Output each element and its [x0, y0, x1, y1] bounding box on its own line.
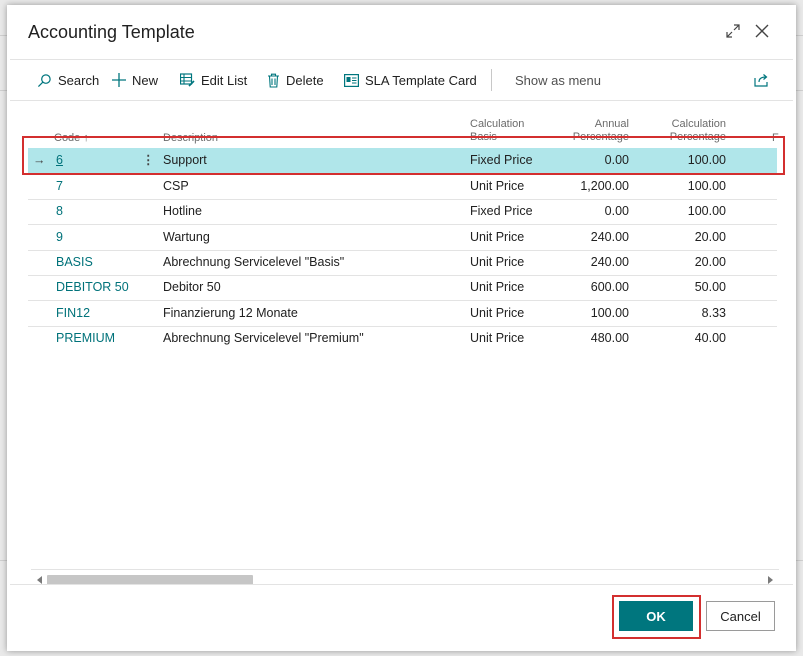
row-calculation-percentage: 20.00	[694, 255, 726, 269]
column-header-overflow: F	[772, 132, 779, 144]
plus-icon	[112, 73, 126, 87]
search-button[interactable]: Search	[37, 68, 99, 92]
row-code[interactable]: 8	[56, 199, 63, 224]
row-annual-percentage: 100.00	[590, 306, 629, 320]
list-panel: Search New Edit List Delete SLA Template…	[10, 59, 793, 590]
row-description: CSP	[163, 179, 189, 193]
close-icon[interactable]	[750, 19, 774, 43]
row-annual-percentage: 1,200.00	[580, 179, 629, 193]
row-calculation-percentage: 8.33	[701, 306, 726, 320]
action-toolbar: Search New Edit List Delete SLA Template…	[10, 60, 793, 101]
row-calculation-basis: Fixed Price	[470, 153, 533, 167]
row-description: Support	[163, 153, 207, 167]
row-code[interactable]: 7	[56, 174, 63, 199]
column-header-calculation-percentage[interactable]: Calculation Percentage	[640, 118, 726, 144]
row-calculation-basis: Unit Price	[470, 179, 525, 193]
row-actions-menu-icon[interactable]: ⋮	[142, 148, 155, 173]
row-code[interactable]: BASIS	[56, 250, 93, 275]
row-annual-percentage: 240.00	[590, 230, 629, 244]
edit-list-label: Edit List	[201, 72, 248, 88]
column-header-annual-percentage[interactable]: Annual Percentage	[550, 118, 629, 144]
row-calculation-basis: Unit Price	[470, 255, 525, 269]
table-row[interactable]: PREMIUM Abrechnung Servicelevel "Premium…	[28, 326, 777, 351]
row-selected-arrow-icon: →	[33, 153, 46, 167]
table-row[interactable]: DEBITOR 50 Debitor 50 Unit Price 600.00 …	[28, 275, 777, 301]
table-row[interactable]: FIN12 Finanzierung 12 Monate Unit Price …	[28, 301, 777, 327]
delete-button[interactable]: Delete	[267, 68, 324, 92]
show-as-menu-button[interactable]: Show as menu	[515, 68, 601, 92]
cancel-button[interactable]: Cancel	[706, 601, 775, 631]
row-description: Abrechnung Servicelevel "Premium"	[163, 331, 364, 345]
ok-button[interactable]: OK	[619, 601, 693, 631]
row-calculation-percentage: 100.00	[687, 204, 726, 218]
row-description: Hotline	[163, 204, 202, 218]
table-row[interactable]: → 6 ⋮ Support Fixed Price 0.00 100.00	[28, 148, 777, 174]
row-code[interactable]: 6	[56, 148, 63, 173]
table-row[interactable]: 8 Hotline Fixed Price 0.00 100.00	[28, 199, 777, 225]
row-calculation-percentage: 50.00	[694, 280, 726, 294]
row-code[interactable]: 9	[56, 225, 63, 250]
new-button[interactable]: New	[112, 68, 158, 92]
scroll-left-icon[interactable]	[37, 576, 43, 584]
row-code[interactable]: FIN12	[56, 301, 90, 326]
column-header-calculation-basis[interactable]: Calculation Basis	[470, 118, 524, 144]
sla-template-card-label: SLA Template Card	[365, 72, 477, 88]
row-code[interactable]: PREMIUM	[56, 326, 115, 351]
sort-ascending-icon: ↑	[83, 132, 89, 144]
search-icon	[37, 73, 51, 87]
row-description: Finanzierung 12 Monate	[163, 306, 298, 320]
row-calculation-percentage: 100.00	[687, 179, 726, 193]
row-annual-percentage: 600.00	[590, 280, 629, 294]
scroll-right-icon[interactable]	[767, 576, 773, 584]
row-calculation-basis: Fixed Price	[470, 204, 533, 218]
new-label: New	[132, 72, 159, 88]
card-icon	[344, 73, 359, 87]
edit-list-button[interactable]: Edit List	[180, 68, 247, 92]
row-annual-percentage: 0.00	[604, 204, 629, 218]
delete-label: Delete	[286, 72, 324, 88]
table-row[interactable]: 9 Wartung Unit Price 240.00 20.00	[28, 225, 777, 251]
row-annual-percentage: 0.00	[604, 153, 629, 167]
table-row[interactable]: 7 CSP Unit Price 1,200.00 100.00	[28, 174, 777, 200]
table-row[interactable]: BASIS Abrechnung Servicelevel "Basis" Un…	[28, 250, 777, 276]
toolbar-separator	[491, 69, 492, 91]
row-annual-percentage: 480.00	[590, 331, 629, 345]
row-code[interactable]: DEBITOR 50	[56, 275, 129, 300]
dialog-title: Accounting Template	[28, 22, 195, 42]
row-calculation-basis: Unit Price	[470, 280, 525, 294]
column-header-description[interactable]: Description	[163, 132, 218, 145]
footer-divider	[10, 584, 793, 585]
share-button[interactable]	[754, 68, 769, 92]
edit-list-icon	[180, 73, 195, 87]
row-calculation-basis: Unit Price	[470, 230, 525, 244]
row-description: Abrechnung Servicelevel "Basis"	[163, 255, 345, 269]
row-annual-percentage: 240.00	[590, 255, 629, 269]
show-as-menu-label: Show as menu	[515, 72, 601, 88]
row-calculation-percentage: 40.00	[694, 331, 726, 345]
share-icon	[754, 74, 768, 87]
row-calculation-basis: Unit Price	[470, 306, 525, 320]
accounting-template-dialog: Accounting Template Search New Edit List…	[7, 5, 796, 651]
expand-icon[interactable]	[721, 19, 745, 43]
row-calculation-percentage: 20.00	[694, 230, 726, 244]
column-header-code[interactable]: Code ↑	[54, 132, 89, 145]
row-description: Debitor 50	[163, 280, 221, 294]
row-description: Wartung	[163, 230, 210, 244]
sla-template-card-button[interactable]: SLA Template Card	[344, 68, 477, 92]
trash-icon	[268, 73, 279, 88]
row-calculation-percentage: 100.00	[687, 153, 726, 167]
row-calculation-basis: Unit Price	[470, 331, 525, 345]
search-label: Search	[58, 72, 100, 88]
